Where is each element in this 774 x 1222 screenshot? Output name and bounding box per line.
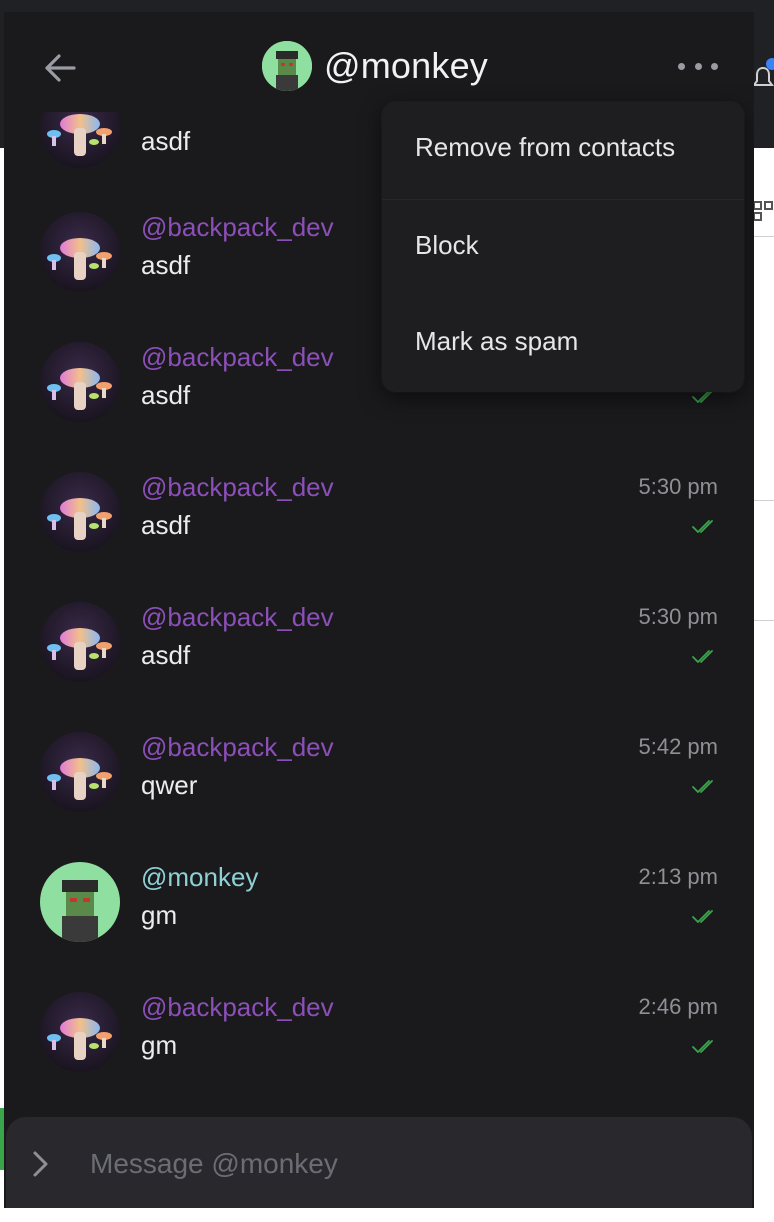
double-check-icon [692,390,718,404]
message-text: asdf [141,510,191,540]
options-menu: Remove from contacts Block Mark as spam [382,102,744,392]
composer [6,1117,752,1208]
avatar[interactable] [40,862,120,942]
chat-title: @monkey [262,40,488,92]
double-check-icon [692,520,718,534]
avatar[interactable] [40,342,120,422]
divider [754,500,774,501]
avatar[interactable] [40,732,120,812]
sender-name[interactable]: @backpack_dev [141,992,334,1023]
message-timestamp: 5:30 pm [638,604,719,629]
avatar[interactable] [40,212,120,292]
avatar[interactable] [40,112,120,168]
sender-name[interactable]: @backpack_dev [141,472,334,503]
message-timestamp: 5:42 pm [638,734,719,759]
sender-name[interactable]: @backpack_dev [141,212,334,243]
avatar[interactable] [40,992,120,1072]
arrow-left-icon [45,54,76,82]
menu-item-label: Remove from contacts [415,132,676,162]
mark-spam-menu-item[interactable]: Mark as spam [382,296,744,392]
sender-name[interactable]: @backpack_dev [141,602,334,633]
sender-name[interactable]: @backpack_dev [141,342,334,373]
page-title: @monkey [324,45,488,86]
more-horizontal-icon [694,62,702,70]
chevron-right-icon [33,1151,48,1177]
menu-item-label: Mark as spam [415,326,579,356]
avatar[interactable] [40,602,120,682]
more-horizontal-icon [711,62,718,70]
double-check-icon [692,1040,718,1054]
avatar[interactable] [40,472,120,552]
expand-button[interactable] [28,1149,52,1179]
more-horizontal-icon [678,62,685,70]
avatar [262,41,312,91]
bell-icon[interactable] [752,58,774,94]
divider [754,236,774,237]
message-text: asdf [141,640,191,670]
message-text: asdf [141,250,191,280]
message-row[interactable]: @backpack_dev gm 2:46 pm [4,992,754,1117]
message-row[interactable]: @backpack_dev qwer 5:42 pm [4,732,754,862]
message-row[interactable]: @backpack_dev asdf 5:30 pm [4,602,754,732]
message-text: qwer [141,770,198,800]
sender-name[interactable]: @backpack_dev [141,732,334,763]
message-row[interactable]: @monkey gm 2:13 pm [4,862,754,992]
message-text: gm [141,1030,178,1060]
double-check-icon [692,650,718,664]
sender-name[interactable]: @monkey [141,862,258,893]
double-check-icon [692,780,718,794]
message-text: asdf [141,126,191,156]
message-input[interactable] [88,1139,712,1189]
message-text: asdf [141,380,191,410]
message-row[interactable]: @backpack_dev asdf 5:30 pm [4,472,754,602]
block-menu-item[interactable]: Block [382,200,744,296]
message-text: gm [141,900,178,930]
chat-header: @monkey [4,12,754,112]
back-button[interactable] [38,46,82,90]
double-check-icon [692,910,718,924]
message-timestamp: 2:46 pm [638,994,719,1019]
menu-item-label: Block [415,230,479,260]
remove-contact-menu-item[interactable]: Remove from contacts [382,102,744,198]
chat-panel: @monkey asdf @backpack_dev asdf @backpac… [4,12,754,1208]
qr-icon[interactable] [752,196,774,226]
message-timestamp: 2:13 pm [638,864,719,889]
more-button[interactable] [678,54,718,78]
divider [754,620,774,621]
message-timestamp: 5:30 pm [638,474,719,499]
